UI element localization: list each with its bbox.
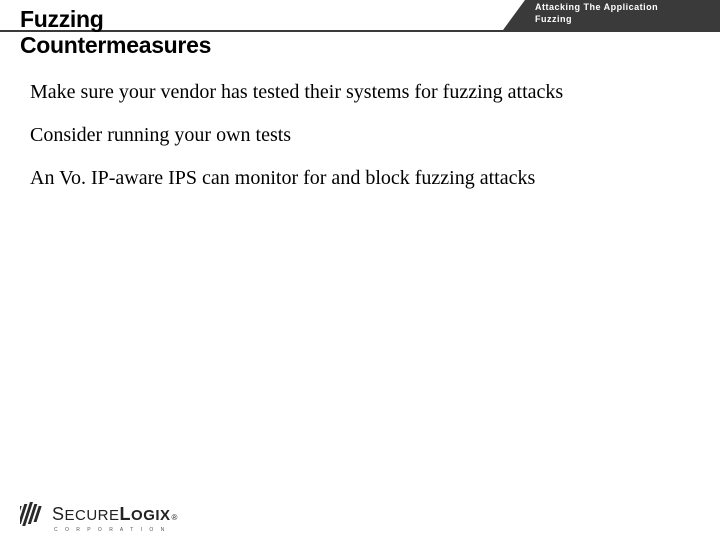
- logo-ogix: OGIX: [131, 507, 171, 524]
- bullet-3: An Vo. IP-aware IPS can monitor for and …: [30, 166, 690, 191]
- title-line2: Countermeasures: [20, 32, 211, 58]
- bullet-1: Make sure your vendor has tested their s…: [30, 80, 690, 105]
- logo-mark-icon: [20, 502, 48, 526]
- logo-subtext: C O R P O R A T I O N: [54, 527, 167, 533]
- header-line2: Fuzzing: [535, 14, 714, 26]
- bullet-2: Consider running your own tests: [30, 123, 690, 148]
- page-title: Fuzzing Countermeasures: [20, 6, 211, 59]
- logo: S ECURE L OGIX ® C O R P O R A T I O N: [20, 502, 178, 526]
- logo-text: S ECURE L OGIX ®: [52, 504, 178, 525]
- logo-l: L: [120, 504, 132, 525]
- logo-ecure: ECURE: [65, 507, 120, 524]
- header-breadcrumb: Attacking The Application Fuzzing: [525, 0, 720, 30]
- logo-s: S: [52, 504, 65, 525]
- body-content: Make sure your vendor has tested their s…: [30, 80, 690, 209]
- logo-registered-icon: ®: [172, 513, 178, 522]
- header-line1: Attacking The Application: [535, 2, 714, 14]
- title-line1: Fuzzing: [20, 6, 211, 32]
